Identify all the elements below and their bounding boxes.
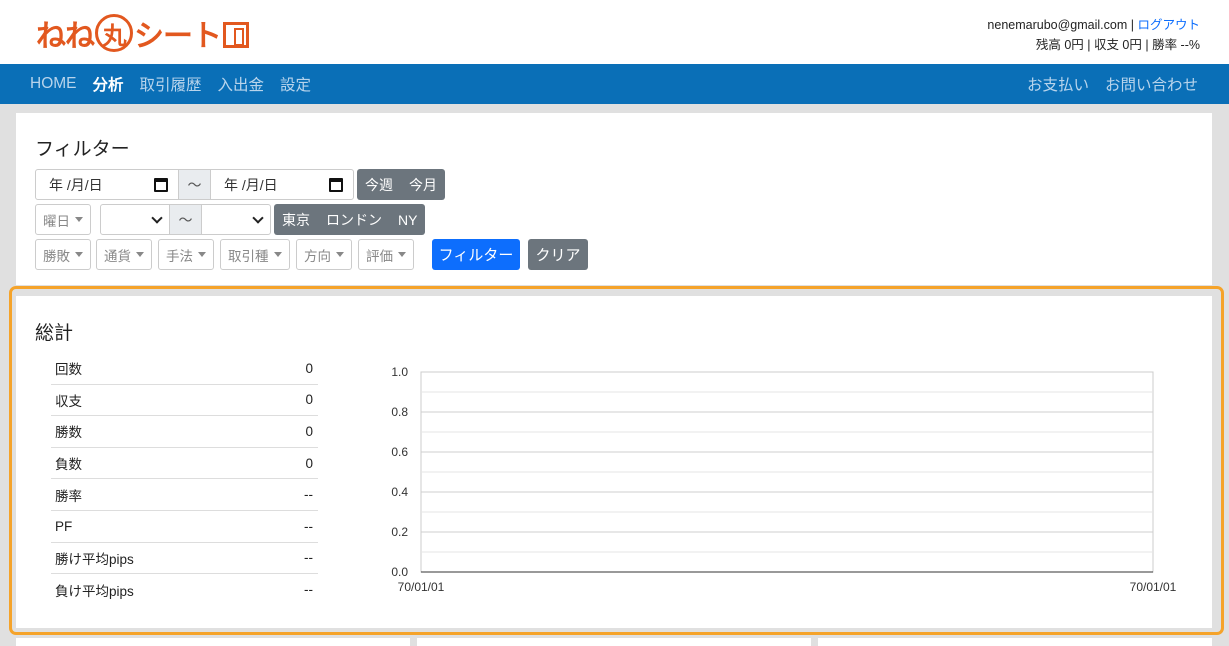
bottom-card xyxy=(818,638,1212,646)
bottom-card xyxy=(417,638,811,646)
summary-highlight-outline xyxy=(9,286,1224,635)
bottom-card xyxy=(16,638,410,646)
